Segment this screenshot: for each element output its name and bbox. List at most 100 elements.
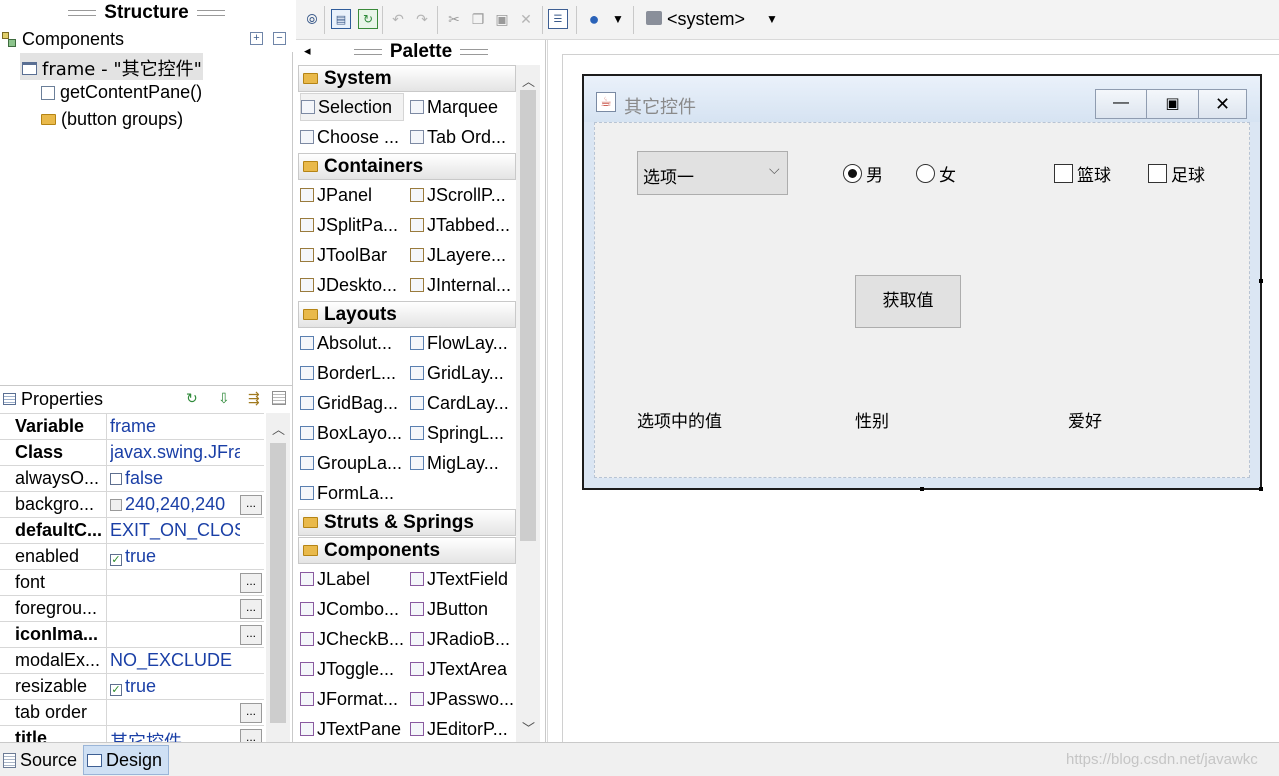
palette-item[interactable]: JLabel <box>300 565 404 593</box>
scroll-thumb[interactable] <box>520 90 536 541</box>
properties-scrollbar[interactable]: ︿ <box>266 413 290 742</box>
show-advanced-icon[interactable]: ⇶ <box>248 390 264 408</box>
property-row[interactable]: iconIma...... <box>0 622 264 648</box>
property-row[interactable]: resizable ✓ true <box>0 674 264 700</box>
cut-icon[interactable]: ✂ <box>444 9 464 29</box>
property-value[interactable]: 其它控件 <box>110 728 240 742</box>
edit-ellipsis-button[interactable]: ... <box>240 625 262 645</box>
palette-item[interactable]: MigLay... <box>410 449 516 477</box>
palette-category[interactable]: Containers <box>298 153 516 180</box>
palette-item[interactable]: JTabbed... <box>410 211 516 239</box>
palette-item[interactable]: FlowLay... <box>410 329 516 357</box>
property-value[interactable]: ✓ true <box>110 676 240 697</box>
undo-icon[interactable]: ↶ <box>388 9 408 29</box>
property-value[interactable]: frame <box>110 416 240 437</box>
palette-item[interactable]: CardLay... <box>410 389 516 417</box>
property-value[interactable]: NO_EXCLUDE <box>110 650 240 671</box>
property-row[interactable]: defaultC... EXIT_ON_CLOSE <box>0 518 264 544</box>
look-and-feel-selector[interactable]: <system> <box>667 9 745 30</box>
palette-item[interactable]: JLayere... <box>410 241 516 269</box>
minimize-button[interactable]: — <box>1095 89 1147 119</box>
checkbox-icon[interactable] <box>110 473 122 485</box>
property-value[interactable]: ✓ true <box>110 546 240 567</box>
property-row[interactable]: tab order... <box>0 700 264 726</box>
edit-ellipsis-button[interactable]: ... <box>240 729 262 742</box>
palette-item[interactable]: JToggle... <box>300 655 404 683</box>
property-row[interactable]: Class javax.swing.JFra... <box>0 440 264 466</box>
property-row[interactable]: alwaysO... false <box>0 466 264 492</box>
palette-item[interactable]: Choose ... <box>300 123 404 151</box>
palette-item[interactable]: JToolBar <box>300 241 404 269</box>
globe-dropdown-icon[interactable]: ▼ <box>612 12 624 26</box>
close-button[interactable]: ✕ <box>1199 89 1247 119</box>
properties-view-icon[interactable]: ☰ <box>548 9 568 29</box>
look-and-feel-dropdown-icon[interactable]: ▼ <box>766 12 778 26</box>
property-row[interactable]: backgro... 240,240,240... <box>0 492 264 518</box>
palette-item[interactable]: Marquee <box>410 93 516 121</box>
resize-handle[interactable] <box>1259 279 1263 283</box>
palette-item[interactable]: JTextArea <box>410 655 516 683</box>
get-value-button[interactable]: 获取值 <box>855 275 961 328</box>
palette-item[interactable]: JButton <box>410 595 516 623</box>
palette-item[interactable]: SpringL... <box>410 419 516 447</box>
palette-item[interactable]: JEditorP... <box>410 715 516 743</box>
palette-item[interactable]: JTextPane <box>300 715 404 743</box>
tree-item-content-pane[interactable]: getContentPane() <box>41 82 202 103</box>
collapse-all-icon[interactable]: − <box>273 32 286 45</box>
refresh-icon[interactable]: ↻ <box>358 9 378 29</box>
tab-design[interactable]: Design <box>83 745 169 775</box>
edit-ellipsis-button[interactable]: ... <box>240 599 262 619</box>
palette-item[interactable]: JCombo... <box>300 595 404 623</box>
property-row[interactable]: font... <box>0 570 264 596</box>
palette-item[interactable]: JScrollP... <box>410 181 516 209</box>
tree-item-button-groups[interactable]: (button groups) <box>41 109 183 130</box>
property-value[interactable]: javax.swing.JFra... <box>110 442 240 463</box>
delete-icon[interactable]: ✕ <box>516 9 536 29</box>
property-value[interactable]: EXIT_ON_CLOSE <box>110 520 240 541</box>
palette-item[interactable]: FormLa... <box>300 479 404 507</box>
palette-item[interactable]: GridLay... <box>410 359 516 387</box>
property-value[interactable]: false <box>110 468 240 489</box>
tree-item-frame[interactable]: frame - "其它控件" <box>22 55 202 81</box>
radio-male[interactable]: 男 <box>843 161 883 186</box>
property-row[interactable]: enabled ✓ true <box>0 544 264 570</box>
property-value[interactable]: 240,240,240 <box>110 494 240 515</box>
look-and-feel-icon[interactable] <box>646 11 662 25</box>
checkbox-checked-icon[interactable]: ✓ <box>110 684 122 696</box>
palette-item[interactable]: GridBag... <box>300 389 404 417</box>
globe-icon[interactable]: ● <box>584 9 604 29</box>
copy-icon[interactable]: ❐ <box>468 9 488 29</box>
scroll-thumb[interactable] <box>270 443 286 723</box>
edit-ellipsis-button[interactable]: ... <box>240 703 262 723</box>
redo-icon[interactable]: ↷ <box>412 9 432 29</box>
content-pane[interactable]: 选项一 ⌵ 男 女 篮球 足球 获取值 选项中的值 性别 爱好 <box>594 122 1250 478</box>
palette-item[interactable]: JInternal... <box>410 271 516 299</box>
edit-ellipsis-button[interactable]: ... <box>240 573 262 593</box>
checkbox-football[interactable]: 足球 <box>1148 161 1205 186</box>
jframe-titlebar[interactable]: ☕ 其它控件 — ▣ ✕ <box>584 76 1260 122</box>
palette-item[interactable]: JCheckB... <box>300 625 404 653</box>
palette-item[interactable]: BorderL... <box>300 359 404 387</box>
paste-icon[interactable]: ▣ <box>492 9 512 29</box>
option-combobox[interactable]: 选项一 ⌵ <box>637 151 788 195</box>
show-events-icon[interactable]: ↻ <box>186 390 204 408</box>
expand-all-icon[interactable]: + <box>250 32 263 45</box>
palette-scrollbar[interactable]: ︿ ﹀ <box>516 65 540 742</box>
tree-item-components[interactable]: Components <box>2 29 124 50</box>
palette-category[interactable]: System <box>298 65 516 92</box>
collapse-palette-icon[interactable]: ◂ <box>304 43 311 59</box>
palette-item[interactable]: JRadioB... <box>410 625 516 653</box>
property-row[interactable]: Variable frame <box>0 414 264 440</box>
property-row[interactable]: title 其它控件... <box>0 726 264 742</box>
checkbox-checked-icon[interactable]: ✓ <box>110 554 122 566</box>
palette-item[interactable]: Tab Ord... <box>410 123 516 151</box>
checkbox-basketball[interactable]: 篮球 <box>1054 161 1111 186</box>
resize-handle[interactable] <box>1259 487 1263 491</box>
tab-source[interactable]: Source <box>0 745 82 775</box>
palette-item[interactable]: JTextField <box>410 565 516 593</box>
scroll-up-icon[interactable]: ︿ <box>272 419 285 438</box>
palette-category[interactable]: Layouts <box>298 301 516 328</box>
goto-definition-icon[interactable]: ⇩ <box>218 390 232 408</box>
palette-item[interactable]: JPanel <box>300 181 404 209</box>
restore-default-icon[interactable] <box>272 391 286 405</box>
